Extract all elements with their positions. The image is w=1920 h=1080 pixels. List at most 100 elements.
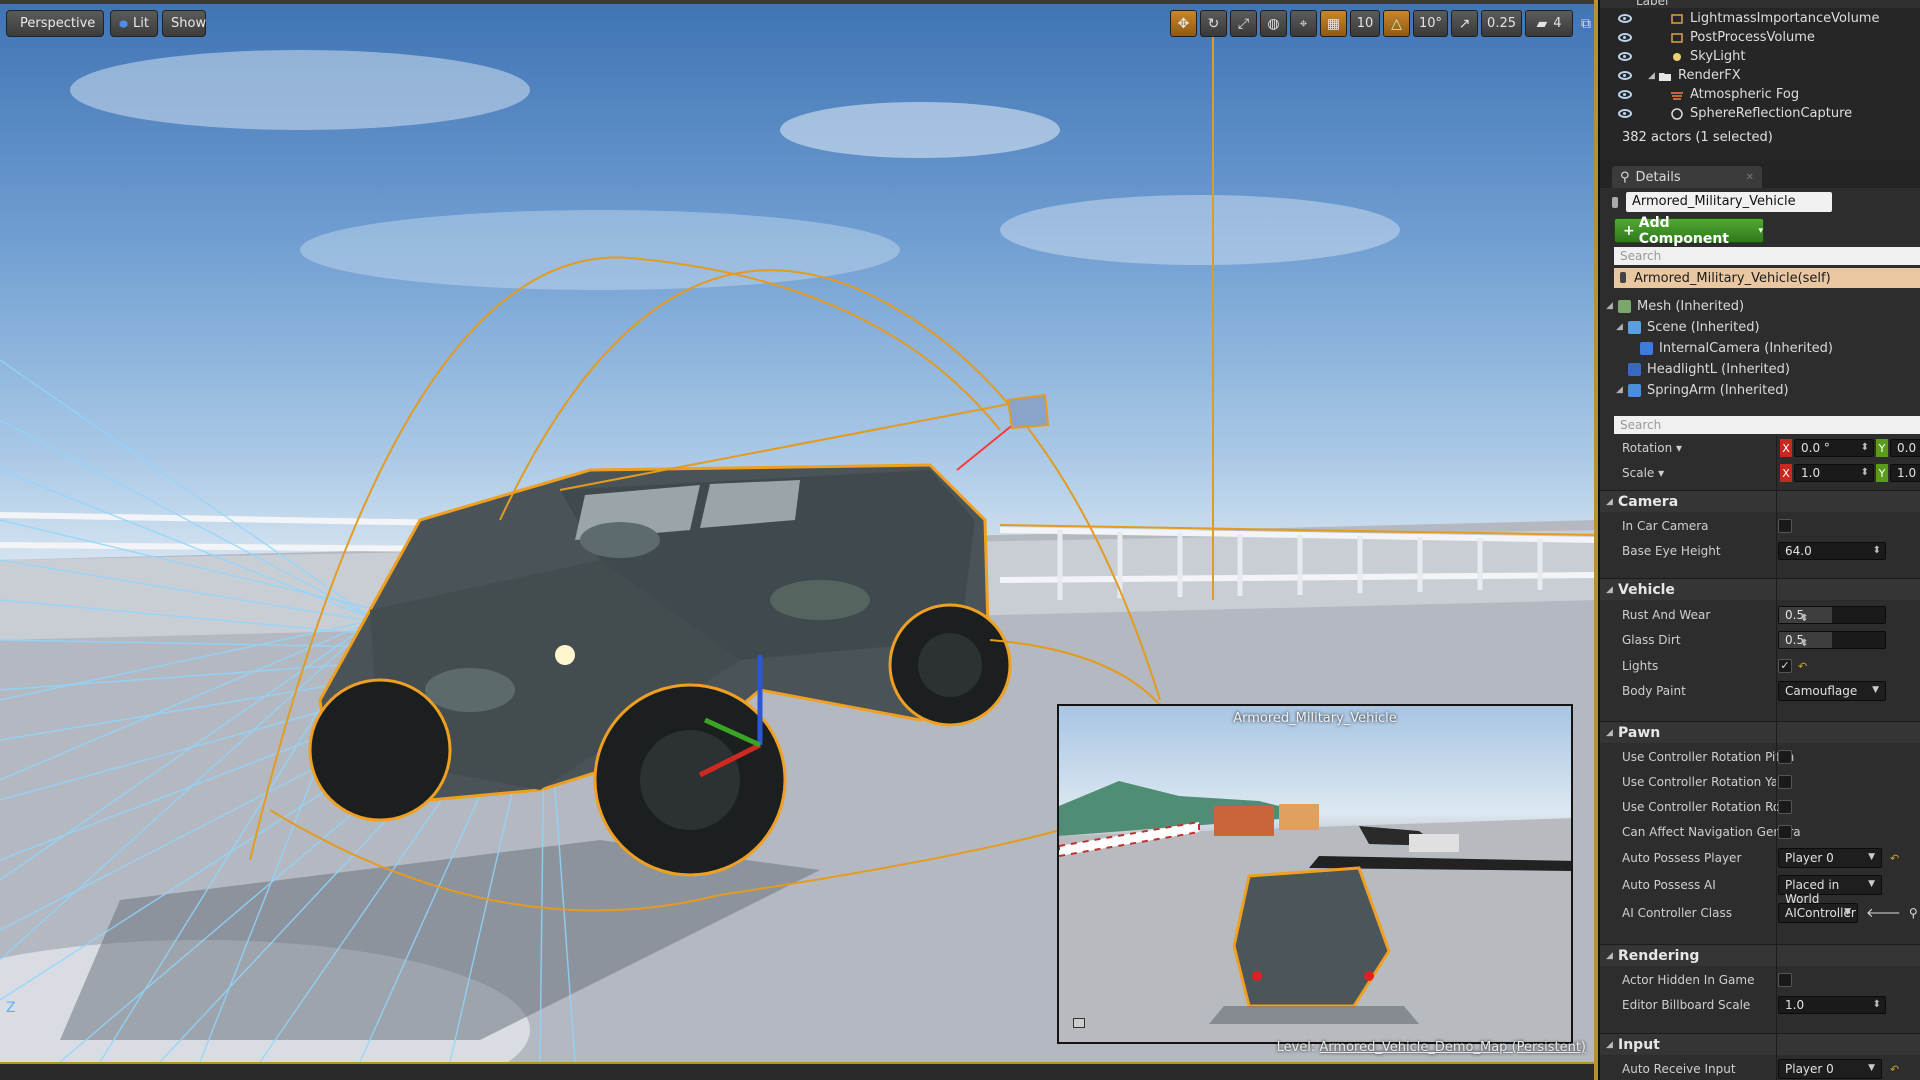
property-search-input[interactable]: Search <box>1614 416 1920 434</box>
property-column-divider[interactable] <box>1776 436 1777 1080</box>
lights-checkbox[interactable]: ✓ <box>1778 659 1792 673</box>
body-paint-row: Body Paint Camouflage ▼ <box>1600 679 1920 703</box>
close-tab-icon[interactable]: ✕ <box>1746 172 1754 183</box>
viewport-top-border <box>0 0 1598 4</box>
rotation-label[interactable]: Rotation ▾ <box>1622 441 1682 455</box>
visibility-eye-icon[interactable] <box>1618 52 1632 61</box>
component-row[interactable]: ◢ SpringArm (Inherited) <box>1616 380 1789 400</box>
pitch-label: Use Controller Rotation Pitch <box>1622 750 1795 764</box>
maximize-viewport-button[interactable]: ⧉ <box>1576 10 1596 37</box>
collapse-arrow-icon[interactable]: ◢ <box>1616 322 1628 332</box>
actor-hidden-label: Actor Hidden In Game <box>1622 973 1755 987</box>
collapse-arrow-icon[interactable]: ◢ <box>1606 301 1618 311</box>
visibility-eye-icon[interactable] <box>1618 90 1632 99</box>
rotation-x-field[interactable]: 0.0 ° ⬍ <box>1794 439 1874 457</box>
outliner-row[interactable]: Atmospheric Fog <box>1600 85 1920 104</box>
glass-dirt-slider[interactable]: 0.5⬍ <box>1778 631 1886 649</box>
collapse-arrow-icon[interactable]: ◢ <box>1616 385 1628 395</box>
auto-possess-ai-dropdown[interactable]: Placed in World ▼ <box>1778 875 1882 906</box>
billboard-scale-field[interactable]: 1.0 ⬍ <box>1778 996 1886 1014</box>
y-axis-chip: Y <box>1876 464 1888 482</box>
scale-fields: X 1.0 ⬍ Y 1.0 <box>1780 464 1920 482</box>
scale-mode-button[interactable]: ⤢ <box>1230 10 1257 37</box>
roll-checkbox[interactable] <box>1778 800 1792 814</box>
actor-hidden-row: Actor Hidden In Game <box>1600 968 1920 992</box>
outliner-row[interactable]: LightmassImportanceVolume <box>1600 9 1920 28</box>
self-component-label: Armored_Military_Vehicle(self) <box>1634 270 1831 286</box>
outliner-row[interactable]: SkyLight <box>1600 47 1920 66</box>
component-row[interactable]: InternalCamera (Inherited) <box>1640 338 1833 358</box>
navigation-checkbox[interactable] <box>1778 825 1792 839</box>
section-camera[interactable]: Camera <box>1600 490 1920 512</box>
section-rendering[interactable]: Rendering <box>1600 944 1920 966</box>
visibility-eye-icon[interactable] <box>1618 33 1632 42</box>
surface-snap-button[interactable]: ⌖ <box>1290 10 1317 37</box>
rust-slider[interactable]: 0.5⬍ <box>1778 606 1886 624</box>
outliner-row[interactable]: SphereReflectionCapture <box>1600 104 1920 123</box>
lights-row: Lights ✓ ↶ <box>1600 654 1920 678</box>
rotation-y-field[interactable]: 0.0 ° <box>1890 439 1920 457</box>
navigation-row: Can Affect Navigation Genera <box>1600 820 1920 844</box>
in-car-camera-checkbox[interactable] <box>1778 519 1792 533</box>
reset-default-icon[interactable]: ↶ <box>1890 852 1899 865</box>
level-viewport[interactable]: Perspective Lit Show ✥ ↻ ⤢ ◍ ⌖ ▦ 10 △ 10… <box>0 0 1598 1080</box>
scale-y-field[interactable]: 1.0 <box>1890 464 1920 482</box>
scale-snap-value[interactable]: 0.25 <box>1481 10 1522 37</box>
scale-snap-toggle[interactable]: ↗ <box>1451 10 1479 37</box>
component-row[interactable]: ◢ Scene (Inherited) <box>1616 317 1760 337</box>
outliner-column-header[interactable]: Label <box>1600 0 1920 8</box>
yaw-label: Use Controller Rotation Yaw <box>1622 775 1788 789</box>
grid-snap-value[interactable]: 10 <box>1350 10 1380 37</box>
world-local-button[interactable]: ◍ <box>1260 10 1287 37</box>
rotate-mode-button[interactable]: ↻ <box>1200 10 1227 37</box>
add-component-button[interactable]: + Add Component ▾ <box>1614 215 1764 247</box>
camera-speed-button[interactable]: ▰ 4 <box>1525 10 1573 37</box>
browse-search-icon[interactable]: ⚲ <box>1909 906 1918 920</box>
folder-icon <box>1659 72 1671 81</box>
pitch-checkbox[interactable] <box>1778 750 1792 764</box>
surface-snap-icon: ⌖ <box>1299 15 1308 32</box>
view-mode-button[interactable]: Lit <box>110 10 158 37</box>
grid-snap-toggle[interactable]: ▦ <box>1320 10 1347 37</box>
visibility-eye-icon[interactable] <box>1618 71 1632 80</box>
ai-controller-dropdown[interactable]: AIController ▼ <box>1778 903 1858 923</box>
collapse-arrow-icon[interactable]: ◢ <box>1648 71 1655 81</box>
actor-name-field[interactable]: Armored_Military_Vehicle <box>1626 192 1832 212</box>
auto-possess-player-label: Auto Possess Player <box>1622 851 1742 865</box>
translate-mode-button[interactable]: ✥ <box>1170 10 1197 37</box>
self-component-row[interactable]: Armored_Military_Vehicle(self) <box>1614 268 1920 288</box>
section-input[interactable]: Input <box>1600 1033 1920 1055</box>
visibility-eye-icon[interactable] <box>1618 109 1632 118</box>
show-button[interactable]: Show <box>162 10 206 37</box>
base-eye-height-field[interactable]: 64.0 ⬍ <box>1778 542 1886 560</box>
body-paint-dropdown[interactable]: Camouflage ▼ <box>1778 681 1886 701</box>
component-row[interactable]: HeadlightL (Inherited) <box>1628 359 1790 379</box>
auto-possess-player-dropdown[interactable]: Player 0 ▼ <box>1778 848 1882 868</box>
section-pawn[interactable]: Pawn <box>1600 721 1920 743</box>
tab-details[interactable]: ⚲ Details ✕ <box>1612 166 1762 188</box>
actor-hidden-checkbox[interactable] <box>1778 973 1792 987</box>
volume-icon <box>1671 13 1683 24</box>
component-search-input[interactable]: Search <box>1614 247 1920 265</box>
outliner-row[interactable]: PostProcessVolume <box>1600 28 1920 47</box>
outliner-row[interactable]: ◢ RenderFX <box>1600 66 1920 85</box>
component-label: Scene (Inherited) <box>1647 319 1760 335</box>
perspective-button[interactable]: Perspective <box>6 10 104 37</box>
reset-default-icon[interactable]: ↶ <box>1890 1063 1899 1076</box>
rotation-snap-value[interactable]: 10° <box>1413 10 1449 37</box>
show-label: Show <box>171 16 207 31</box>
level-name-link[interactable]: Armored_Vehicle_Demo_Map (Persistent) <box>1319 1040 1586 1055</box>
scale-x-field[interactable]: 1.0 ⬍ <box>1794 464 1874 482</box>
yaw-checkbox[interactable] <box>1778 775 1792 789</box>
component-row[interactable]: ◢ Mesh (Inherited) <box>1606 296 1744 316</box>
scale-label[interactable]: Scale ▾ <box>1622 466 1664 480</box>
in-car-camera-label: In Car Camera <box>1622 519 1709 533</box>
auto-receive-input-dropdown[interactable]: Player 0 ▼ <box>1778 1059 1882 1079</box>
rotate-icon: ↻ <box>1207 15 1220 32</box>
reset-default-icon[interactable]: ↶ <box>1798 660 1807 673</box>
camera-preview: Armored_Military_Vehicle <box>1057 704 1573 1044</box>
section-vehicle[interactable]: Vehicle <box>1600 578 1920 600</box>
rotation-snap-toggle[interactable]: △ <box>1383 10 1410 37</box>
visibility-eye-icon[interactable] <box>1618 14 1632 23</box>
use-selected-arrow-icon[interactable]: 🡐 <box>1866 905 1901 921</box>
